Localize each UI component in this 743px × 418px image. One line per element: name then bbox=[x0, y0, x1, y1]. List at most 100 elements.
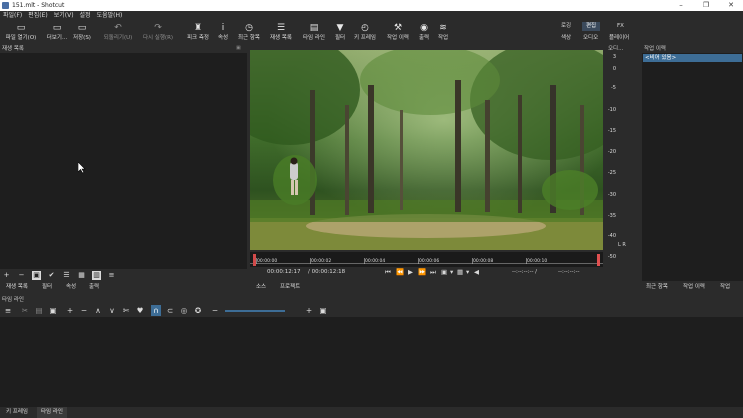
zoom-dropdown-icon[interactable]: ▾ bbox=[450, 268, 453, 276]
properties-button[interactable]: i 속성 bbox=[214, 21, 232, 45]
playlist-remove-button[interactable]: − bbox=[17, 271, 26, 280]
marker-icon[interactable]: ♥ bbox=[135, 305, 145, 316]
tab-export[interactable]: 출력 bbox=[89, 282, 99, 292]
current-time-field[interactable]: 00:00:12:17 bbox=[267, 269, 301, 275]
cut-icon[interactable]: ✂ bbox=[20, 305, 30, 316]
layout-color-tab[interactable]: 색상 bbox=[557, 34, 575, 43]
transport-controls: 00:00:12:17 / 00:00:12:18 ⏮ ⏪ ▶ ⏩ ⏭ ▣ ▾ … bbox=[250, 267, 603, 279]
playlist-panel-title: 재생 목록 bbox=[2, 45, 242, 53]
playlist-panel[interactable] bbox=[0, 53, 247, 269]
history-button[interactable]: ⚒ 작업 이력 bbox=[384, 21, 412, 45]
playlist-details-view-button[interactable]: ☰ bbox=[62, 271, 71, 280]
layout-player-tab[interactable]: 플레이어 bbox=[605, 34, 633, 43]
tab-project[interactable]: 프로젝트 bbox=[280, 282, 300, 292]
close-button[interactable]: ✕ bbox=[720, 0, 742, 11]
meter-tick-label: -35 bbox=[607, 213, 616, 219]
fast-forward-icon[interactable]: ⏩ bbox=[418, 268, 426, 276]
minimize-button[interactable]: – bbox=[670, 0, 692, 11]
in-marker[interactable] bbox=[253, 254, 256, 266]
overwrite-icon[interactable]: ∨ bbox=[107, 305, 117, 316]
layout-fx-tab[interactable]: FX bbox=[613, 22, 628, 31]
jobs-button[interactable]: ≋ 작업 bbox=[434, 21, 452, 45]
playlist-icons-view-button[interactable]: ▥ bbox=[92, 271, 101, 280]
menu-file[interactable]: 파일(F) bbox=[0, 11, 25, 21]
open-other-button[interactable]: ▭ 더보기... bbox=[44, 21, 70, 45]
zoom-slider[interactable] bbox=[225, 310, 285, 312]
tab-jobs[interactable]: 작업 bbox=[720, 282, 730, 292]
meter-icon: ♜ bbox=[193, 23, 203, 33]
shotcut-window: 151.mlt - Shotcut – ❐ ✕ 파일(F) 편집(E) 보기(V) 설… bbox=[0, 0, 743, 418]
undo-button[interactable]: ↶ 되돌리기(U) bbox=[100, 21, 136, 45]
video-preview[interactable] bbox=[250, 50, 603, 250]
scrub-icon[interactable]: ⊂ bbox=[165, 305, 175, 316]
peak-meter-button[interactable]: ♜ 피크 측정 bbox=[184, 21, 212, 45]
ripple-icon[interactable]: ◎ bbox=[179, 305, 189, 316]
skip-to-end-icon[interactable]: ⏭ bbox=[430, 268, 436, 277]
tab-keyframes[interactable]: 키 프레임 bbox=[2, 407, 32, 418]
panel-float-icon[interactable]: ▣ bbox=[236, 45, 241, 51]
filters-button[interactable]: ▼ 필터 bbox=[331, 21, 349, 45]
menu-help[interactable]: 도움말(H) bbox=[94, 11, 126, 21]
zoom-icon[interactable]: ▣ bbox=[441, 268, 447, 276]
info-icon: i bbox=[221, 23, 225, 33]
playlist-button[interactable]: ☰ 재생 목록 bbox=[266, 21, 296, 45]
export-button[interactable]: ◉ 출력 bbox=[414, 21, 434, 45]
split-icon[interactable]: ✄ bbox=[121, 305, 131, 316]
timeline-panel-title: 타임 라인 bbox=[0, 296, 743, 304]
timeline-toolbar: ≡ ✂ ▤ ▣ + − ∧ ∨ ✄ ♥ ∩ ⊂ ◎ ✪ − + ▣ bbox=[0, 304, 743, 317]
scrub-bar[interactable]: 00:00:00 00:00:02 00:00:04 00:00:06 00:00:08… bbox=[250, 252, 603, 267]
lift-icon[interactable]: ∧ bbox=[93, 305, 103, 316]
history-item[interactable]: <비어 있음> bbox=[643, 54, 742, 62]
menu-view[interactable]: 보기(V) bbox=[51, 11, 77, 21]
playlist-tiles-view-button[interactable]: ▦ bbox=[77, 271, 86, 280]
ruler-label: 00:00:04 bbox=[365, 258, 385, 264]
menu-edit[interactable]: 편집(E) bbox=[25, 11, 51, 21]
open-file-button[interactable]: ▭ 파일 열기(O) bbox=[2, 21, 40, 45]
timeline-menu-icon[interactable]: ≡ bbox=[3, 305, 13, 316]
layout-audio-tab[interactable]: 오디오 bbox=[579, 34, 602, 43]
redo-button[interactable]: ↷ 다시 실행(R) bbox=[139, 21, 177, 45]
tab-timeline[interactable]: 타임 라인 bbox=[37, 407, 67, 418]
volume-icon[interactable]: ◀ bbox=[474, 268, 479, 276]
folder-icon: ▭ bbox=[16, 23, 26, 33]
tab-source[interactable]: 소스 bbox=[256, 282, 266, 292]
save-button[interactable]: ▭ 저장(S) bbox=[70, 21, 94, 45]
grid-icon[interactable]: ▦ bbox=[457, 268, 463, 276]
ripple-all-icon[interactable]: ✪ bbox=[193, 305, 203, 316]
recent-button[interactable]: ◷ 최근 항목 bbox=[235, 21, 263, 45]
ripple-delete-icon[interactable]: − bbox=[79, 305, 89, 316]
meter-channel-labels: L R bbox=[618, 242, 626, 248]
rewind-icon[interactable]: ⏪ bbox=[396, 268, 404, 276]
layout-editing-tab[interactable]: 편집 bbox=[582, 22, 601, 31]
zoom-in-icon[interactable]: + bbox=[304, 305, 314, 316]
layout-logging-tab[interactable]: 로깅 bbox=[557, 22, 575, 31]
grid-dropdown-icon[interactable]: ▾ bbox=[466, 268, 469, 276]
keyframes-button[interactable]: ◴ 키 프레임 bbox=[351, 21, 379, 45]
zoom-out-icon[interactable]: − bbox=[210, 305, 220, 316]
playlist-check-button[interactable]: ✔ bbox=[47, 271, 56, 280]
timeline-tracks-area[interactable] bbox=[0, 317, 743, 407]
skip-to-start-icon[interactable]: ⏮ bbox=[385, 268, 391, 277]
tab-recent[interactable]: 최근 항목 bbox=[646, 282, 668, 292]
playlist-menu-button[interactable]: ≡ bbox=[107, 271, 116, 280]
copy-icon[interactable]: ▤ bbox=[34, 305, 44, 316]
paste-icon[interactable]: ▣ bbox=[48, 305, 58, 316]
snap-icon[interactable]: ∩ bbox=[151, 305, 161, 316]
tab-properties[interactable]: 속성 bbox=[66, 282, 76, 292]
maximize-button[interactable]: ❐ bbox=[695, 0, 717, 11]
playhead[interactable] bbox=[597, 254, 600, 266]
play-icon[interactable]: ▶ bbox=[408, 268, 413, 276]
menu-bar: 파일(F) 편집(E) 보기(V) 설정 도움말(H) bbox=[0, 11, 743, 21]
out-point-field[interactable]: --:--:--:-- bbox=[558, 269, 579, 275]
tab-playlist[interactable]: 재생 목록 bbox=[6, 282, 28, 292]
timeline-button[interactable]: ▤ 타임 라인 bbox=[299, 21, 329, 45]
playlist-add-button[interactable]: + bbox=[2, 271, 11, 280]
tab-history[interactable]: 작업 이력 bbox=[683, 282, 705, 292]
tab-filters[interactable]: 필터 bbox=[42, 282, 52, 292]
in-point-field[interactable]: --:--:--:-- / bbox=[512, 269, 537, 275]
append-icon[interactable]: + bbox=[65, 305, 75, 316]
zoom-fit-icon[interactable]: ▣ bbox=[318, 305, 328, 316]
playlist-update-button[interactable]: ▣ bbox=[32, 271, 41, 280]
meter-tick-label: -50 bbox=[607, 254, 616, 260]
menu-settings[interactable]: 설정 bbox=[77, 11, 94, 21]
